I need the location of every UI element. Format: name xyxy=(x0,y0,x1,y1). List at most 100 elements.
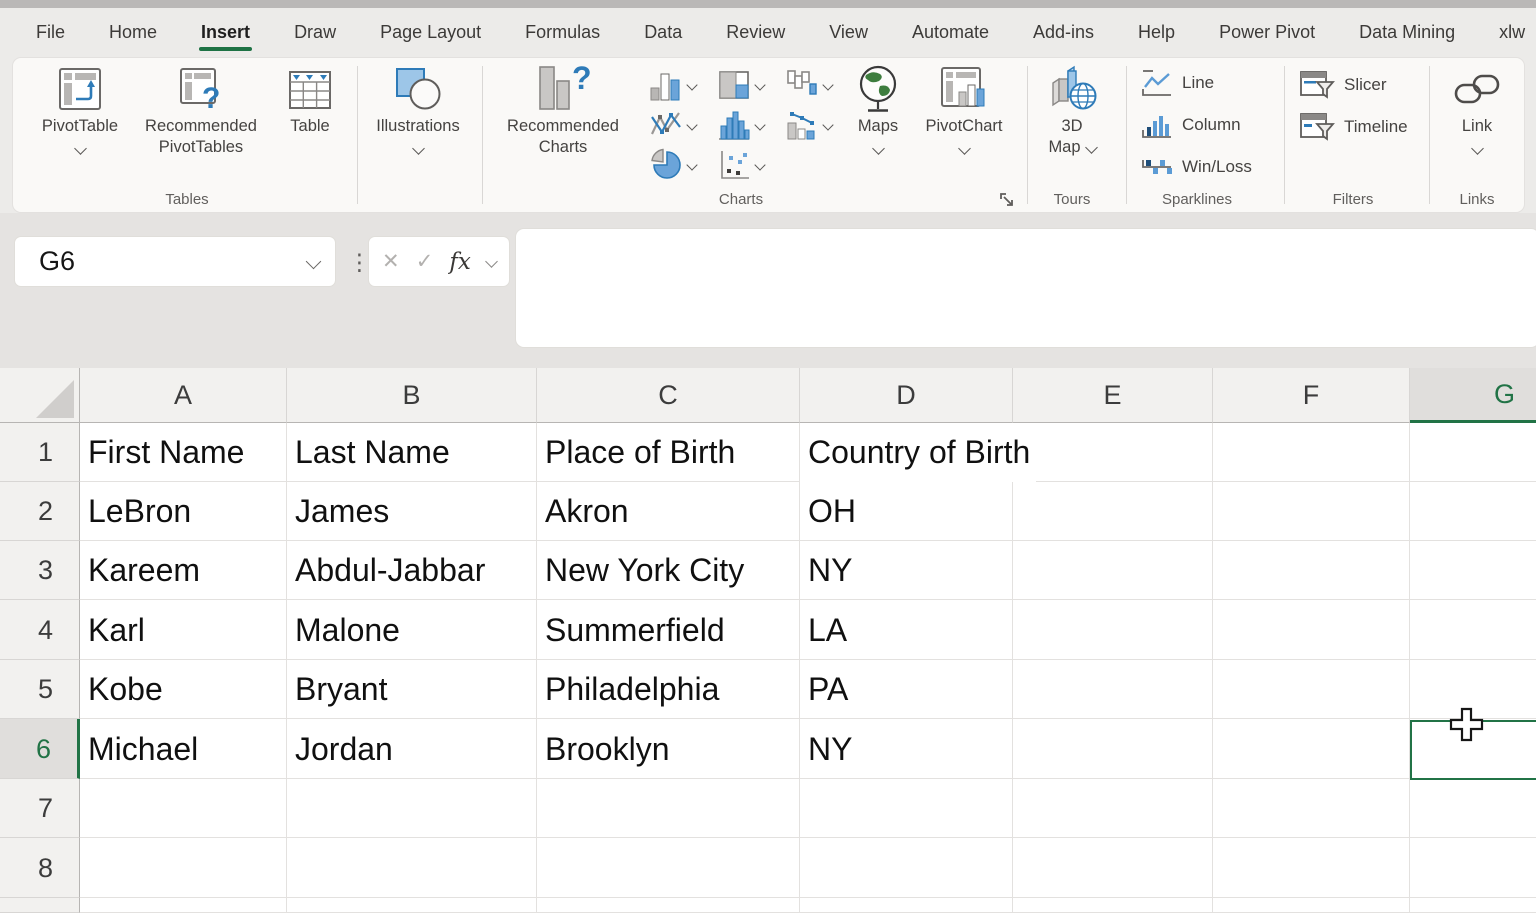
menu-tab-view[interactable]: View xyxy=(829,22,868,43)
cell-B1[interactable]: Last Name xyxy=(287,423,537,482)
cell-E4[interactable] xyxy=(1013,600,1213,660)
cell-D4[interactable]: LA xyxy=(800,600,1013,660)
cell-C5[interactable]: Philadelphia xyxy=(537,660,800,719)
insert-column-chart-button[interactable] xyxy=(649,68,696,102)
charts-dialog-launcher-button[interactable] xyxy=(999,192,1017,210)
cell-G3[interactable] xyxy=(1410,541,1536,600)
chevron-down-icon[interactable] xyxy=(306,254,322,270)
menu-tab-page-layout[interactable]: Page Layout xyxy=(380,22,481,43)
menu-tab-xlwings[interactable]: xlw xyxy=(1499,22,1525,43)
row-header-7[interactable]: 7 xyxy=(0,779,80,838)
column-header-A[interactable]: A xyxy=(80,368,287,423)
row-header-6[interactable]: 6 xyxy=(0,719,80,779)
cell-E3[interactable] xyxy=(1013,541,1213,600)
cell-C9[interactable] xyxy=(537,898,800,913)
enter-icon[interactable]: ✓ xyxy=(416,249,434,274)
insert-line-chart-button[interactable] xyxy=(649,108,696,142)
cell-A8[interactable] xyxy=(80,838,287,898)
cell-G4[interactable] xyxy=(1410,600,1536,660)
insert-waterfall-chart-button[interactable] xyxy=(785,68,832,102)
link-button[interactable]: Link xyxy=(1427,62,1527,153)
recommended-pivottables-button[interactable]: ? Recommended PivotTables xyxy=(136,62,266,158)
maps-button[interactable]: Maps xyxy=(836,62,920,153)
cell-E8[interactable] xyxy=(1013,838,1213,898)
cell-B6[interactable]: Jordan xyxy=(287,719,537,779)
cell-D6[interactable]: NY xyxy=(800,719,1013,779)
sparkline-line-button[interactable]: Line xyxy=(1141,68,1214,98)
pivottable-button[interactable]: PivotTable xyxy=(25,62,135,153)
column-header-F[interactable]: F xyxy=(1213,368,1410,423)
cell-F7[interactable] xyxy=(1213,779,1410,838)
cell-D2[interactable]: OH xyxy=(800,482,1013,541)
cell-A1[interactable]: First Name xyxy=(80,423,287,482)
insert-scatter-chart-button[interactable] xyxy=(717,148,764,182)
cancel-icon[interactable]: ✕ xyxy=(382,249,400,274)
menu-tab-draw[interactable]: Draw xyxy=(294,22,336,43)
cell-C8[interactable] xyxy=(537,838,800,898)
slicer-button[interactable]: Slicer xyxy=(1299,70,1387,100)
row-header-2[interactable]: 2 xyxy=(0,482,80,541)
menu-tab-file[interactable]: File xyxy=(36,22,65,43)
cell-A4[interactable]: Karl xyxy=(80,600,287,660)
cell-D5[interactable]: PA xyxy=(800,660,1013,719)
cell-B8[interactable] xyxy=(287,838,537,898)
cell-A9[interactable] xyxy=(80,898,287,913)
cell-E7[interactable] xyxy=(1013,779,1213,838)
cell-F3[interactable] xyxy=(1213,541,1410,600)
name-box[interactable]: G6 xyxy=(14,236,336,287)
select-all-button[interactable] xyxy=(0,368,80,423)
cell-E1[interactable] xyxy=(1013,423,1213,482)
cell-B4[interactable]: Malone xyxy=(287,600,537,660)
cell-C1[interactable]: Place of Birth xyxy=(537,423,800,482)
cell-E5[interactable] xyxy=(1013,660,1213,719)
cell-D9[interactable] xyxy=(800,898,1013,913)
illustrations-button[interactable]: Illustrations xyxy=(358,62,478,153)
cell-D8[interactable] xyxy=(800,838,1013,898)
cell-B3[interactable]: Abdul-Jabbar xyxy=(287,541,537,600)
menu-tab-insert[interactable]: Insert xyxy=(201,22,250,43)
cell-G9[interactable] xyxy=(1410,898,1536,913)
cell-A6[interactable]: Michael xyxy=(80,719,287,779)
cell-G6[interactable] xyxy=(1410,719,1536,779)
cell-C6[interactable]: Brooklyn xyxy=(537,719,800,779)
menu-tab-data-mining[interactable]: Data Mining xyxy=(1359,22,1455,43)
sparkline-column-button[interactable]: Column xyxy=(1141,110,1241,140)
cell-B7[interactable] xyxy=(287,779,537,838)
recommended-charts-button[interactable]: ? Recommended Charts xyxy=(493,62,633,158)
row-header-8[interactable]: 8 xyxy=(0,838,80,898)
cell-C2[interactable]: Akron xyxy=(537,482,800,541)
cell-F2[interactable] xyxy=(1213,482,1410,541)
cell-A7[interactable] xyxy=(80,779,287,838)
row-header-3[interactable]: 3 xyxy=(0,541,80,600)
cell-A3[interactable]: Kareem xyxy=(80,541,287,600)
chevron-down-icon[interactable] xyxy=(485,255,498,268)
row-header-4[interactable]: 4 xyxy=(0,600,80,660)
column-header-E[interactable]: E xyxy=(1013,368,1213,423)
cell-A5[interactable]: Kobe xyxy=(80,660,287,719)
menu-tab-home[interactable]: Home xyxy=(109,22,157,43)
column-header-B[interactable]: B xyxy=(287,368,537,423)
cell-G7[interactable] xyxy=(1410,779,1536,838)
cell-F9[interactable] xyxy=(1213,898,1410,913)
cell-D1[interactable]: Country of Birth xyxy=(800,423,1013,482)
cell-F4[interactable] xyxy=(1213,600,1410,660)
cell-G2[interactable] xyxy=(1410,482,1536,541)
cell-C4[interactable]: Summerfield xyxy=(537,600,800,660)
cell-B2[interactable]: James xyxy=(287,482,537,541)
cell-C3[interactable]: New York City xyxy=(537,541,800,600)
cell-D3[interactable]: NY xyxy=(800,541,1013,600)
menu-tab-add-ins[interactable]: Add-ins xyxy=(1033,22,1094,43)
cell-C7[interactable] xyxy=(537,779,800,838)
menu-tab-help[interactable]: Help xyxy=(1138,22,1175,43)
pivotchart-button[interactable]: PivotChart xyxy=(916,62,1012,153)
cell-B9[interactable] xyxy=(287,898,537,913)
cell-F1[interactable] xyxy=(1213,423,1410,482)
cell-B5[interactable]: Bryant xyxy=(287,660,537,719)
cell-A2[interactable]: LeBron xyxy=(80,482,287,541)
row-header-1[interactable]: 1 xyxy=(0,423,80,482)
cell-G5[interactable] xyxy=(1410,660,1536,719)
cell-F6[interactable] xyxy=(1213,719,1410,779)
cell-F8[interactable] xyxy=(1213,838,1410,898)
3d-map-button[interactable]: 3D Map xyxy=(1027,62,1117,158)
insert-combo-chart-button[interactable] xyxy=(785,108,832,142)
